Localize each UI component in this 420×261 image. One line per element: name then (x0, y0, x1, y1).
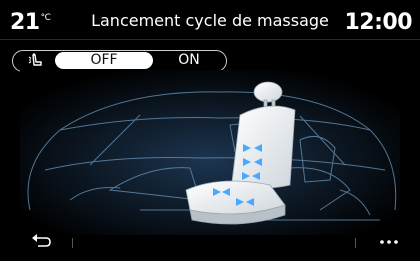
back-arrow-icon[interactable] (30, 232, 52, 248)
more-options-icon[interactable] (378, 232, 400, 246)
footer-divider-right (355, 238, 356, 248)
toggle-on-option[interactable]: ON (153, 52, 225, 69)
seat-illustration (20, 70, 400, 235)
massage-toggle[interactable]: OFF ON (12, 50, 227, 72)
massage-screen: 21°C Lancement cycle de massage 12:00 OF… (0, 0, 420, 261)
header-divider (0, 39, 420, 40)
massage-seat-icon (28, 53, 42, 66)
clock: 12:00 (344, 10, 412, 35)
toggle-off-option[interactable]: OFF (55, 52, 153, 69)
seat-backrest (231, 105, 296, 189)
footer-divider-left (72, 238, 73, 248)
headrest (253, 81, 283, 103)
